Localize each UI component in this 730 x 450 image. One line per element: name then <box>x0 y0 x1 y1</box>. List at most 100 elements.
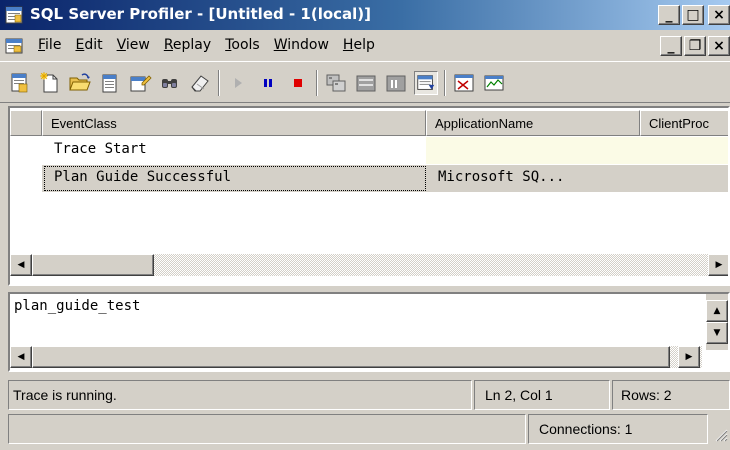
table-row[interactable]: Plan Guide Successful Microsoft SQ... <box>10 165 728 192</box>
cell-clientprocessid <box>640 137 728 164</box>
properties-icon[interactable] <box>8 71 32 95</box>
child-restore-button[interactable]: ❐ <box>684 36 706 56</box>
title-bar[interactable]: SQL Server Profiler - [Untitled - 1(loca… <box>0 0 730 30</box>
auto-scroll-icon[interactable] <box>414 71 438 95</box>
column-header-applicationname[interactable]: ApplicationName <box>426 110 640 136</box>
menu-replay-label: eplay <box>172 37 212 53</box>
scroll-left-button[interactable]: ◀ <box>10 346 32 368</box>
cell-applicationname <box>426 137 640 164</box>
toolbar <box>0 63 730 103</box>
restore-icon: ❐ <box>688 38 702 54</box>
status-row-count: Rows: 2 <box>612 380 730 410</box>
row-selector[interactable] <box>10 165 40 192</box>
menu-window-label: indow <box>287 37 329 53</box>
cell-eventclass: Trace Start <box>54 141 147 157</box>
scroll-thumb[interactable] <box>32 346 670 368</box>
menu-help[interactable]: Help <box>337 37 383 53</box>
row-selector[interactable] <box>10 137 40 164</box>
document-icon[interactable] <box>5 37 23 55</box>
scroll-down-icon: ▼ <box>713 328 721 338</box>
scroll-down-button[interactable]: ▼ <box>706 322 728 344</box>
scroll-up-button[interactable]: ▲ <box>706 300 728 322</box>
profiler-app-icon[interactable] <box>5 6 23 24</box>
status-cursor-position: Ln 2, Col 1 <box>474 380 610 410</box>
aggregated-view-icon[interactable] <box>384 71 408 95</box>
scroll-thumb[interactable] <box>32 254 154 276</box>
maximize-icon: □ <box>686 7 700 23</box>
scroll-right-button[interactable]: ▶ <box>678 346 700 368</box>
menu-help-accel: H <box>342 37 354 53</box>
menu-file-accel: F <box>38 37 46 53</box>
column-header-eventclass[interactable]: EventClass <box>42 110 426 136</box>
toolbar-separator <box>444 70 446 96</box>
activity-monitor-icon[interactable] <box>452 71 476 95</box>
menu-help-label: elp <box>353 37 375 53</box>
menu-file-label: ile <box>45 37 62 53</box>
clear-trace-icon[interactable] <box>188 71 212 95</box>
find-icon[interactable] <box>158 71 182 95</box>
close-button[interactable]: × <box>708 5 730 25</box>
menu-tools[interactable]: Tools <box>219 37 268 53</box>
scroll-left-button[interactable]: ◀ <box>10 254 32 276</box>
close-icon: × <box>713 7 725 23</box>
row-selector-header[interactable] <box>10 110 42 136</box>
menu-edit[interactable]: Edit <box>69 37 110 53</box>
menu-view-label: iew <box>125 37 150 53</box>
pause-trace-icon[interactable] <box>256 71 280 95</box>
toolbar-separator <box>218 70 220 96</box>
close-icon: × <box>713 38 725 54</box>
menu-replay-accel: R <box>163 37 173 53</box>
minimize-icon: _ <box>667 38 675 54</box>
text-vertical-scrollbar[interactable]: ▲ ▼ <box>706 294 728 350</box>
minimize-button[interactable]: _ <box>658 5 680 25</box>
minimize-icon: _ <box>665 7 673 23</box>
scroll-right-icon: ▶ <box>685 352 693 362</box>
run-trace-icon[interactable] <box>226 71 250 95</box>
column-header-clientprocessid[interactable]: ClientProc <box>640 110 728 136</box>
profiler-window: SQL Server Profiler - [Untitled - 1(loca… <box>0 0 730 450</box>
toolbar-separator <box>316 70 318 96</box>
template-icon[interactable] <box>98 71 122 95</box>
menu-view[interactable]: View <box>111 37 158 53</box>
status-empty-panel <box>8 414 526 444</box>
grid-horizontal-scrollbar[interactable]: ◀ ▶ <box>10 254 728 276</box>
menu-replay[interactable]: Replay <box>158 37 219 53</box>
grouped-view-icon[interactable] <box>354 71 378 95</box>
event-text-panel[interactable]: plan_guide_test ▲ ▼ ◀ ▶ <box>8 292 730 372</box>
application-status-bar: Connections: 1 <box>8 414 730 444</box>
properties-edit-icon[interactable] <box>128 71 152 95</box>
scroll-up-icon: ▲ <box>713 306 721 316</box>
scroll-right-icon: ▶ <box>715 260 723 270</box>
table-row[interactable]: Trace Start <box>10 137 728 164</box>
menu-tools-label: ools <box>231 37 260 53</box>
trace-status-bar: Trace is running. Ln 2, Col 1 Rows: 2 <box>8 380 730 410</box>
menu-edit-label: dit <box>84 37 103 53</box>
menu-window[interactable]: Window <box>268 37 337 53</box>
scroll-left-icon: ◀ <box>17 352 25 362</box>
trace-events-grid[interactable]: EventClass ApplicationName ClientProc Tr… <box>8 106 730 286</box>
child-minimize-button[interactable]: _ <box>660 36 682 56</box>
performance-monitor-icon[interactable] <box>482 71 506 95</box>
event-selection-icon[interactable] <box>324 71 348 95</box>
text-horizontal-scrollbar[interactable]: ◀ ▶ <box>10 346 702 368</box>
status-message: Trace is running. <box>8 380 472 410</box>
resize-grip-icon[interactable] <box>712 426 728 442</box>
menu-bar: File Edit View Replay Tools Window Help … <box>0 30 730 62</box>
scroll-right-button[interactable]: ▶ <box>708 254 728 276</box>
status-connections: Connections: 1 <box>528 414 708 444</box>
grid-header-row: EventClass ApplicationName ClientProc <box>10 110 728 136</box>
menu-view-accel: V <box>116 37 126 53</box>
cell-applicationname: Microsoft SQ... <box>426 165 640 192</box>
new-trace-icon[interactable] <box>38 71 62 95</box>
scroll-left-icon: ◀ <box>17 260 25 270</box>
window-title: SQL Server Profiler - [Untitled - 1(loca… <box>30 5 372 23</box>
stop-trace-icon[interactable] <box>286 71 310 95</box>
menu-file[interactable]: File <box>32 37 69 53</box>
cell-clientprocessid <box>640 165 728 192</box>
maximize-button[interactable]: □ <box>682 5 704 25</box>
menu-window-accel: W <box>273 37 288 53</box>
event-text-content[interactable]: plan_guide_test <box>14 298 140 314</box>
open-folder-icon[interactable] <box>68 71 92 95</box>
row-focus-rectangle <box>44 166 426 191</box>
child-close-button[interactable]: × <box>708 36 730 56</box>
